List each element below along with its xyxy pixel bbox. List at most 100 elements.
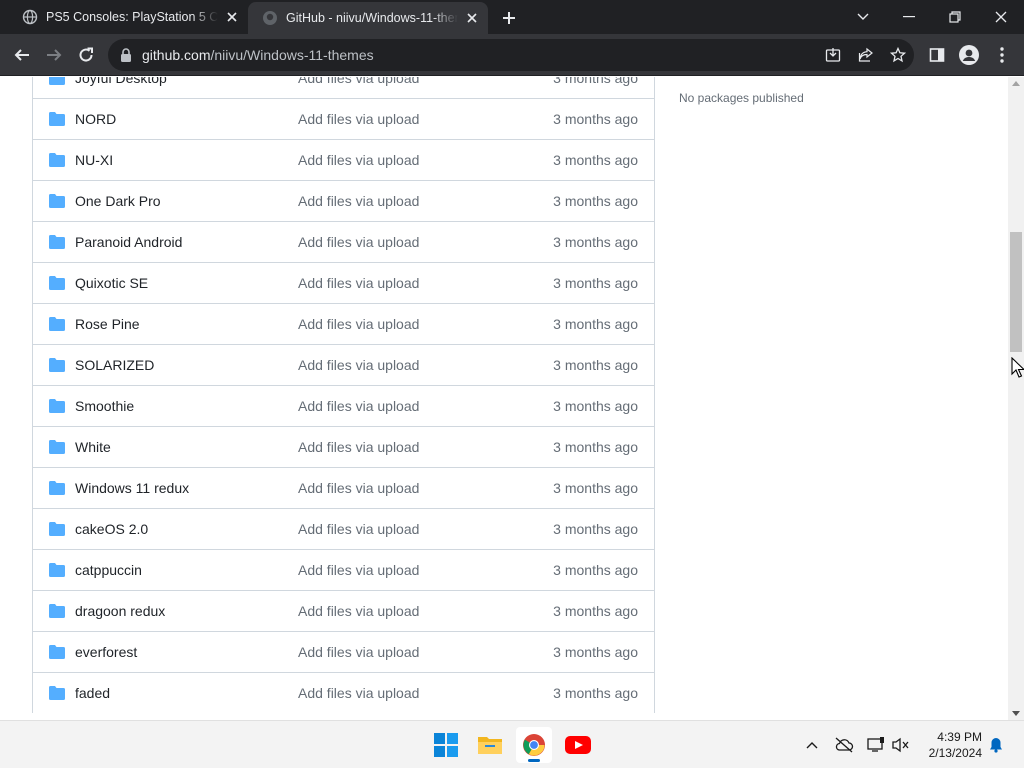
- commit-message-link[interactable]: Add files via upload: [298, 316, 419, 332]
- side-panel-button[interactable]: [924, 42, 950, 68]
- commit-message-link[interactable]: Add files via upload: [298, 439, 419, 455]
- folder-icon: [49, 686, 65, 700]
- bookmark-button[interactable]: [889, 46, 907, 64]
- scroll-up-arrow[interactable]: [1012, 81, 1020, 86]
- tab-title: PS5 Consoles: PlayStation 5 Consoles: [46, 10, 218, 24]
- commit-message-link[interactable]: Add files via upload: [298, 111, 419, 127]
- file-row: NORD Add files via upload 3 months ago: [33, 98, 654, 139]
- install-icon: [825, 48, 841, 62]
- file-row: Rose Pine Add files via upload 3 months ag…: [33, 303, 654, 344]
- onedrive-status-button[interactable]: [834, 735, 854, 755]
- folder-icon: [49, 440, 65, 454]
- file-name-link[interactable]: cakeOS 2.0: [75, 521, 148, 537]
- chrome-taskbar-button[interactable]: [516, 727, 552, 763]
- close-icon: [995, 11, 1007, 23]
- close-tab-icon[interactable]: [464, 10, 480, 26]
- reload-button[interactable]: [73, 42, 99, 68]
- commit-age: 3 months ago: [553, 234, 638, 250]
- file-name-link[interactable]: catppuccin: [75, 562, 142, 578]
- side-panel-icon: [929, 48, 945, 62]
- restore-button[interactable]: [932, 0, 978, 34]
- forward-button[interactable]: [41, 42, 67, 68]
- taskbar-clock[interactable]: 4:39 PM 2/13/2024: [912, 729, 982, 761]
- commit-age: 3 months ago: [553, 439, 638, 455]
- commit-message-link[interactable]: Add files via upload: [298, 685, 419, 701]
- file-row: catppuccin Add files via upload 3 months a…: [33, 549, 654, 590]
- file-name-link[interactable]: everforest: [75, 644, 137, 660]
- file-name-link[interactable]: Quixotic SE: [75, 275, 148, 291]
- reload-icon: [79, 47, 93, 62]
- file-row: Smoothie Add files via upload 3 months ago: [33, 385, 654, 426]
- globe-icon: [22, 9, 38, 25]
- file-explorer-taskbar-button[interactable]: [472, 727, 508, 763]
- youtube-taskbar-button[interactable]: [560, 727, 596, 763]
- file-name-link[interactable]: Paranoid Android: [75, 234, 182, 250]
- file-name-link[interactable]: dragoon redux: [75, 603, 165, 619]
- url-host: github.com: [142, 47, 211, 63]
- file-name-link[interactable]: Smoothie: [75, 398, 134, 414]
- arrow-right-icon: [47, 49, 62, 61]
- commit-message-link[interactable]: Add files via upload: [298, 152, 419, 168]
- file-name-link[interactable]: One Dark Pro: [75, 193, 161, 209]
- file-name-link[interactable]: NU-XI: [75, 152, 113, 168]
- file-name-link[interactable]: Joyful Desktop: [75, 77, 167, 86]
- commit-message-link[interactable]: Add files via upload: [298, 521, 419, 537]
- file-list: Joyful Desktop Add files via upload 3 mont…: [32, 77, 655, 713]
- packages-note: No packages published: [679, 91, 804, 105]
- folder-icon: [49, 399, 65, 413]
- windows-logo-icon: [434, 733, 458, 757]
- file-row: One Dark Pro Add files via upload 3 months…: [33, 180, 654, 221]
- show-hidden-icons-button[interactable]: [802, 735, 822, 755]
- file-row: faded Add files via upload 3 months ago: [33, 672, 654, 713]
- chrome-menu-button[interactable]: [989, 42, 1015, 68]
- url-text: github.com/niivu/Windows-11-themes: [142, 47, 374, 63]
- scrollbar-thumb[interactable]: [1010, 232, 1022, 352]
- commit-message-link[interactable]: Add files via upload: [298, 357, 419, 373]
- back-button[interactable]: [9, 42, 35, 68]
- file-name-link[interactable]: NORD: [75, 111, 116, 127]
- windows-taskbar: 4:39 PM 2/13/2024: [0, 720, 1024, 768]
- profile-button[interactable]: [956, 42, 982, 68]
- page-scrollbar[interactable]: [1008, 77, 1024, 720]
- share-button[interactable]: [857, 46, 875, 64]
- commit-message-link[interactable]: Add files via upload: [298, 234, 419, 250]
- close-window-button[interactable]: [978, 0, 1024, 34]
- file-row: Windows 11 redux Add files via upload 3 mo…: [33, 467, 654, 508]
- github-icon: [263, 11, 277, 25]
- commit-message-link[interactable]: Add files via upload: [298, 275, 419, 291]
- commit-age: 3 months ago: [553, 275, 638, 291]
- tab-github-windows-11-themes[interactable]: GitHub - niivu/Windows-11-themes: [248, 2, 488, 34]
- address-bar[interactable]: github.com/niivu/Windows-11-themes: [108, 39, 914, 71]
- commit-message-link[interactable]: Add files via upload: [298, 562, 419, 578]
- tab-ps5-consoles[interactable]: PS5 Consoles: PlayStation 5 Consoles: [8, 0, 248, 34]
- close-tab-icon[interactable]: [224, 9, 240, 25]
- folder-icon: [49, 563, 65, 577]
- folder-icon: [49, 235, 65, 249]
- chevron-up-icon: [806, 742, 818, 749]
- start-button[interactable]: [428, 727, 464, 763]
- minimize-button[interactable]: [886, 0, 932, 34]
- file-name-link[interactable]: White: [75, 439, 111, 455]
- notifications-button[interactable]: [986, 735, 1006, 755]
- network-button[interactable]: [866, 735, 886, 755]
- scroll-down-arrow[interactable]: [1012, 711, 1020, 716]
- file-row: Quixotic SE Add files via upload 3 months …: [33, 262, 654, 303]
- file-name-link[interactable]: SOLARIZED: [75, 357, 154, 373]
- new-tab-button[interactable]: [498, 7, 520, 29]
- file-name-link[interactable]: Rose Pine: [75, 316, 140, 332]
- commit-message-link[interactable]: Add files via upload: [298, 480, 419, 496]
- commit-message-link[interactable]: Add files via upload: [298, 398, 419, 414]
- commit-message-link[interactable]: Add files via upload: [298, 603, 419, 619]
- commit-message-link[interactable]: Add files via upload: [298, 77, 419, 86]
- more-vertical-icon: [1000, 47, 1004, 63]
- install-app-button[interactable]: [824, 46, 842, 64]
- tab-search-button[interactable]: [840, 0, 886, 34]
- share-icon: [858, 47, 873, 62]
- file-name-link[interactable]: Windows 11 redux: [75, 480, 189, 496]
- folder-icon: [49, 481, 65, 495]
- commit-message-link[interactable]: Add files via upload: [298, 193, 419, 209]
- chevron-down-icon: [857, 13, 869, 20]
- volume-button[interactable]: [891, 735, 911, 755]
- commit-message-link[interactable]: Add files via upload: [298, 644, 419, 660]
- file-name-link[interactable]: faded: [75, 685, 110, 701]
